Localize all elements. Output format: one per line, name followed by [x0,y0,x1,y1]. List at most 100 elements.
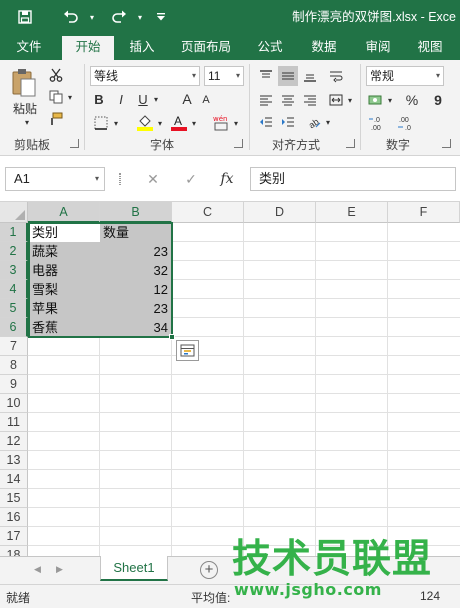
fill-color-dropdown-icon[interactable]: ▾ [156,114,164,132]
accounting-dropdown-icon[interactable]: ▾ [386,90,394,110]
number-format-select[interactable]: 常规 ▾ [366,66,444,86]
name-box[interactable]: A1 ▾ [5,167,105,191]
tab-file[interactable]: 文件 [6,34,52,60]
alignment-launcher-icon[interactable] [346,139,355,148]
copy-dropdown-icon[interactable]: ▾ [66,88,74,106]
underline-button[interactable]: U [134,90,152,108]
customize-qat-icon[interactable] [150,0,172,34]
row-header-7[interactable]: 7 [0,337,28,356]
tab-page-layout[interactable]: 页面布局 [172,34,240,60]
prev-sheet-icon[interactable]: ◀ [34,564,41,575]
redo-icon[interactable] [104,0,134,34]
paste-button[interactable]: 粘贴 [10,100,40,116]
font-size-select[interactable]: 11 ▾ [204,66,244,86]
add-sheet-button[interactable]: + [200,561,218,579]
tab-view[interactable]: 视图 [408,34,452,60]
undo-dropdown-icon[interactable]: ▾ [86,0,98,34]
orientation-dropdown-icon[interactable]: ▾ [324,112,332,132]
decrease-decimal-icon[interactable]: .00.0 [396,112,418,134]
tab-data[interactable]: 数据 [302,34,346,60]
font-launcher-icon[interactable] [234,139,243,148]
cancel-icon[interactable]: ✕ [142,167,164,191]
tab-review[interactable]: 审阅 [356,34,400,60]
save-icon[interactable] [12,0,38,34]
wrap-text-icon[interactable] [326,66,346,86]
row-header-8[interactable]: 8 [0,356,28,375]
clipboard-launcher-icon[interactable] [70,139,79,148]
comma-style-button[interactable]: 9 [428,90,448,110]
row-header-2[interactable]: 2 [0,242,28,261]
row-header-13[interactable]: 13 [0,451,28,470]
column-header-f[interactable]: F [388,202,460,223]
enter-icon[interactable]: ✓ [180,167,202,191]
orientation-icon[interactable]: ab [304,112,324,132]
column-header-b[interactable]: B [100,202,172,223]
row-header-17[interactable]: 17 [0,527,28,546]
tab-home[interactable]: 开始 [62,36,114,60]
row-header-15[interactable]: 15 [0,489,28,508]
phonetic-icon[interactable]: wén [210,112,232,132]
decrease-indent-icon[interactable] [256,112,276,132]
sheet-tab-sheet1[interactable]: Sheet1 [100,556,168,581]
paste-dropdown-icon[interactable]: ▾ [22,117,32,127]
formula-input[interactable]: 类别 [250,167,456,191]
paste-icon[interactable] [8,66,40,100]
font-color-icon[interactable]: A [168,112,190,132]
row-header-9[interactable]: 9 [0,375,28,394]
row-header-4[interactable]: 4 [0,280,28,299]
column-header-d[interactable]: D [244,202,316,223]
align-bottom-icon[interactable] [300,66,320,86]
fill-color-icon[interactable] [134,112,156,132]
italic-button[interactable]: I [112,90,130,108]
column-header-e[interactable]: E [316,202,388,223]
align-right-icon[interactable] [300,90,320,110]
undo-icon[interactable] [56,0,86,34]
row-header-18[interactable]: 18 [0,546,28,556]
fill-handle[interactable] [169,334,175,340]
quick-analysis-icon[interactable] [176,340,199,361]
row-header-3[interactable]: 3 [0,261,28,280]
column-header-a[interactable]: A [28,202,100,223]
align-middle-icon[interactable] [278,66,298,86]
insert-function-button[interactable]: fx [216,167,238,191]
align-left-icon[interactable] [256,90,276,110]
grow-font-button[interactable]: A [178,90,196,108]
worksheet-grid[interactable]: ABCDEF 1 2 3 4 5 6 7 8 9 10 11 12 13 14 15 16 17 18 类别 数量蔬… [0,202,460,556]
underline-dropdown-icon[interactable]: ▾ [152,90,160,108]
align-center-icon[interactable] [278,90,298,110]
formula-bar-grip[interactable] [119,173,121,185]
row-header-6[interactable]: 6 [0,318,28,337]
row-header-10[interactable]: 10 [0,394,28,413]
row-header-12[interactable]: 12 [0,432,28,451]
percent-style-button[interactable]: % [402,90,422,110]
borders-dropdown-icon[interactable]: ▾ [112,114,120,132]
merge-center-icon[interactable] [326,90,346,110]
borders-icon[interactable] [90,114,112,132]
merge-dropdown-icon[interactable]: ▾ [346,90,354,110]
row-gridline [28,526,460,527]
accounting-format-icon[interactable] [366,90,386,110]
column-header-c[interactable]: C [172,202,244,223]
row-header-16[interactable]: 16 [0,508,28,527]
increase-indent-icon[interactable] [278,112,298,132]
phonetic-dropdown-icon[interactable]: ▾ [232,114,240,132]
format-painter-icon[interactable] [46,110,66,128]
shrink-font-button[interactable]: A [198,92,214,108]
copy-icon[interactable] [46,88,66,106]
row-header-1[interactable]: 1 [0,223,28,242]
redo-dropdown-icon[interactable]: ▾ [134,0,146,34]
next-sheet-icon[interactable]: ▶ [56,564,63,575]
bold-button[interactable]: B [90,90,108,108]
row-header-5[interactable]: 5 [0,299,28,318]
increase-decimal-icon[interactable]: .0.00 [368,112,390,134]
row-header-14[interactable]: 14 [0,470,28,489]
tab-formulas[interactable]: 公式 [248,34,292,60]
align-top-icon[interactable] [256,66,276,86]
cut-icon[interactable] [46,66,66,84]
tab-insert[interactable]: 插入 [120,34,164,60]
select-all-button[interactable] [0,202,28,223]
row-header-11[interactable]: 11 [0,413,28,432]
number-launcher-icon[interactable] [442,139,451,148]
font-name-select[interactable]: 等线 ▾ [90,66,200,86]
font-color-dropdown-icon[interactable]: ▾ [190,114,198,132]
